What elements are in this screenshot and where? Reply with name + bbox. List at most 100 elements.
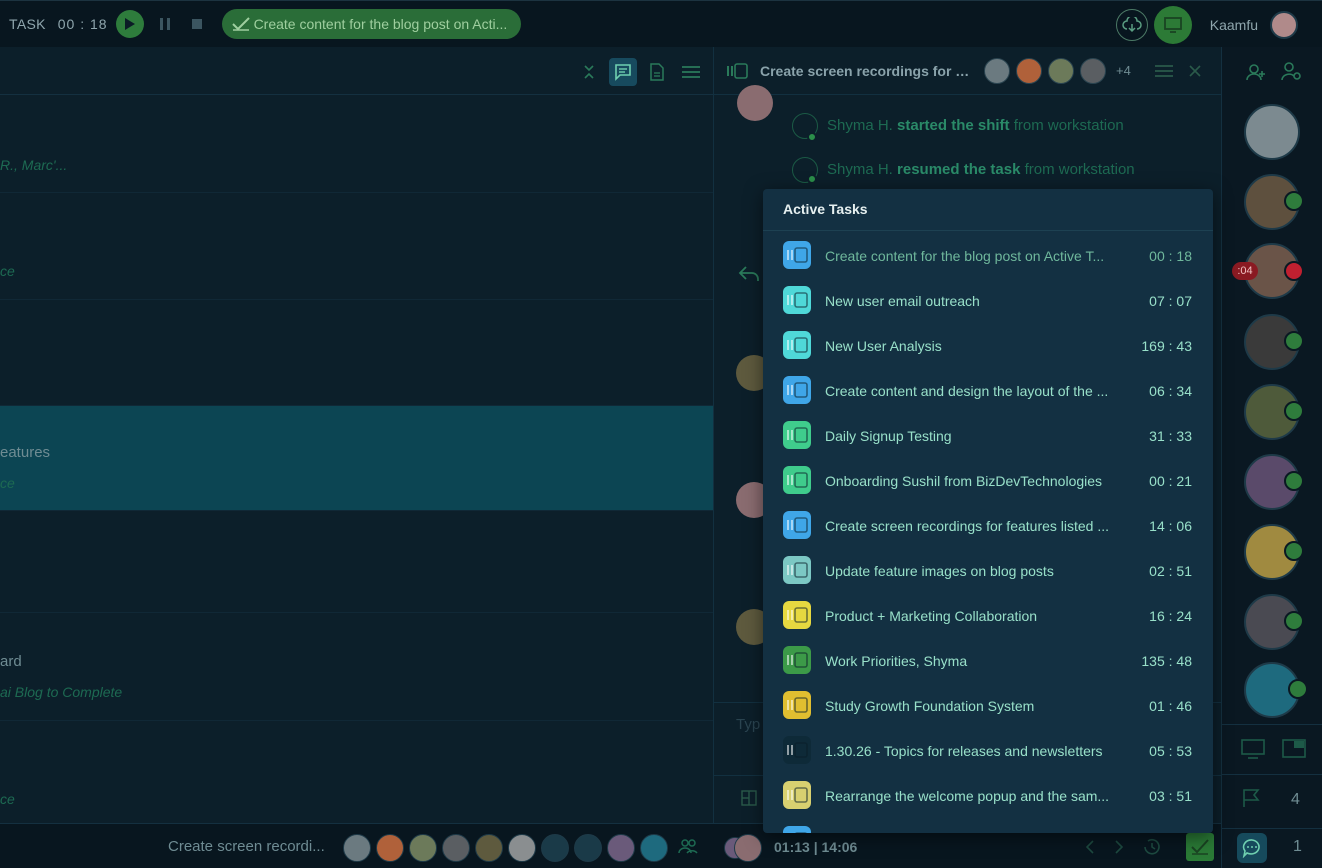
task-row[interactable] [0, 511, 713, 613]
active-task-item[interactable]: Update feature images on blog posts 02 : … [763, 549, 1213, 594]
history-icon[interactable] [1142, 837, 1162, 857]
active-task-item[interactable]: Create content for the blog post on Acti… [763, 234, 1213, 279]
task-row-selected[interactable]: eatures ce [0, 406, 713, 511]
active-task-item[interactable]: Onboarding Sushil from BizDevTechnologie… [763, 459, 1213, 504]
chat-view-button[interactable] [609, 58, 637, 86]
participant-avatar[interactable] [640, 834, 668, 862]
bottom-task-title[interactable]: Create screen recordi... [168, 838, 325, 855]
task-row[interactable]: ard ai Blog to Complete [0, 613, 713, 721]
participant-avatar[interactable] [409, 834, 437, 862]
active-task-item[interactable]: 1.30.26 - Topics for releases and newsle… [763, 729, 1213, 774]
active-task-item[interactable]: Study Growth Foundation System 01 : 46 [763, 684, 1213, 729]
active-task-item[interactable]: Daily Signup Testing 31 : 33 [763, 414, 1213, 459]
member-avatar[interactable] [1080, 57, 1106, 84]
active-task-name: Create content and design the layout of … [825, 383, 1109, 399]
document-view-button[interactable] [643, 58, 671, 86]
online-status-dot [1284, 331, 1304, 351]
active-task-item[interactable]: Create content and design the layout of … [763, 369, 1213, 414]
participant-avatar[interactable] [574, 834, 602, 862]
task-type-icon [783, 781, 811, 809]
task-type-icon [783, 421, 811, 449]
flag-icon[interactable] [1242, 788, 1262, 808]
team-icon[interactable] [678, 838, 698, 854]
participant-avatar[interactable] [475, 834, 503, 862]
active-task-item[interactable]: New User Analysis 169 : 43 [763, 324, 1213, 369]
active-task-time: 07 : 07 [1149, 293, 1192, 309]
pause-button[interactable] [154, 13, 176, 35]
active-task-time: 01 : 46 [1149, 698, 1192, 714]
task-label: TASK [9, 16, 46, 32]
task-row-subtitle: ce [0, 475, 15, 491]
chat-title[interactable]: Create screen recordings for fe... [760, 63, 972, 79]
chevron-right-icon[interactable] [1114, 840, 1124, 854]
active-task-item[interactable] [763, 819, 1213, 833]
active-task-item[interactable]: Work Priorities, Shyma 135 : 48 [763, 639, 1213, 684]
messages-button[interactable] [1237, 833, 1267, 863]
picture-in-picture-icon[interactable] [1282, 739, 1306, 759]
monitor-icon[interactable] [1241, 739, 1265, 759]
active-task-item[interactable]: Rearrange the welcome popup and the sam.… [763, 774, 1213, 819]
participant-avatar[interactable] [343, 834, 371, 862]
extra-members-count[interactable]: +4 [1116, 63, 1131, 78]
team-member-avatar[interactable] [1244, 104, 1300, 160]
collapse-icon [584, 65, 594, 79]
online-status-dot [1284, 471, 1304, 491]
active-task-name: New User Analysis [825, 338, 942, 354]
participant-avatar[interactable] [376, 834, 404, 862]
task-row[interactable] [0, 300, 713, 406]
checkmark-icon [231, 17, 250, 31]
message-input-placeholder[interactable]: Typ [736, 716, 760, 733]
cloud-sync-button[interactable] [1115, 8, 1148, 41]
collapse-button[interactable] [575, 58, 603, 86]
feed-action: resumed the task [897, 161, 1021, 178]
active-task-name: Rearrange the welcome popup and the sam.… [825, 788, 1110, 804]
chat-bubble-icon [1242, 839, 1260, 858]
participant-avatar[interactable] [734, 834, 762, 862]
current-task-pill[interactable]: Create content for the blog post on Acti… [221, 9, 522, 39]
chevron-left-icon[interactable] [1085, 840, 1095, 854]
task-type-icon [783, 241, 811, 269]
task-type-icon [783, 376, 811, 404]
participant-avatar[interactable] [541, 834, 569, 862]
active-task-item[interactable]: Product + Marketing Collaboration 16 : 24 [763, 594, 1213, 639]
reply-icon[interactable] [738, 265, 760, 283]
screen-monitor-button[interactable] [1153, 5, 1192, 44]
hamburger-icon[interactable] [1154, 64, 1173, 78]
top-bar: TASK 00 : 18 Create content for the blog… [0, 0, 1322, 47]
active-task-item[interactable]: Create screen recordings for features li… [763, 504, 1213, 549]
team-icon[interactable] [1246, 63, 1266, 81]
close-icon[interactable] [1189, 64, 1201, 77]
task-row[interactable]: ce [0, 721, 713, 823]
play-button[interactable] [115, 10, 144, 38]
feed-user: Shyma H. [827, 117, 893, 134]
active-task-name: Create content for the blog post on Acti… [825, 248, 1105, 264]
chat-header: Create screen recordings for fe... +4 [714, 47, 1221, 95]
task-row[interactable]: R., Marc'... [0, 95, 713, 193]
task-type-icon [783, 511, 811, 539]
active-task-time: 00 : 21 [1149, 473, 1192, 489]
participant-avatar[interactable] [508, 834, 536, 862]
layout-icon[interactable] [741, 790, 757, 806]
participant-avatar[interactable] [442, 834, 470, 862]
stop-button[interactable] [186, 13, 208, 35]
active-task-item[interactable]: New user email outreach 07 : 07 [763, 279, 1213, 324]
online-status-dot [1284, 191, 1304, 211]
member-avatar[interactable] [1016, 57, 1042, 84]
user-name: Kaamfu [1209, 16, 1258, 33]
complete-task-button[interactable] [1186, 833, 1214, 861]
user-settings-icon[interactable] [1280, 61, 1302, 81]
menu-button[interactable] [677, 58, 705, 86]
task-row-title: eatures [0, 444, 51, 461]
task-list-pane: R., Marc'... ce eatures ce ard ai Blog t… [0, 47, 713, 823]
task-row[interactable]: ce [0, 193, 713, 300]
member-avatar[interactable] [984, 57, 1010, 84]
active-task-time: 00 : 18 [1149, 248, 1192, 264]
user-avatar[interactable] [1270, 10, 1298, 39]
participant-avatar[interactable] [607, 834, 635, 862]
chat-count: 1 [1293, 838, 1302, 855]
active-tasks-popup: Active Tasks Create content for the blog… [763, 189, 1213, 833]
feed-suffix: from workstation [1013, 117, 1124, 134]
active-task-name: Work Priorities, Shyma [825, 653, 968, 669]
member-avatar[interactable] [1048, 57, 1074, 84]
active-task-name: Update feature images on blog posts [825, 563, 1054, 579]
